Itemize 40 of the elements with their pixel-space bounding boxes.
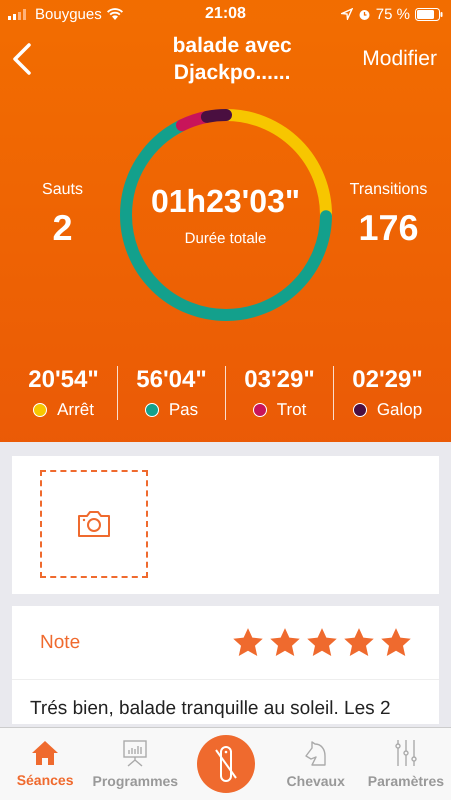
- gait-label: Arrêt: [57, 400, 94, 420]
- transitions-value: 176: [358, 207, 419, 249]
- transitions-label: Transitions: [350, 181, 428, 199]
- gait-time: 03'29": [244, 366, 315, 394]
- battery-percent: 75 %: [376, 6, 410, 22]
- star-icon[interactable]: [307, 628, 337, 657]
- camera-icon: [76, 510, 112, 538]
- note-label: Note: [40, 632, 80, 654]
- total-duration: 01h23'03": [150, 183, 300, 220]
- record-button-icon[interactable]: [196, 735, 254, 793]
- note-text: Trés bien, balade tranquille au soleil. Les 2: [29, 697, 392, 721]
- star-icon[interactable]: [344, 628, 374, 657]
- gait-time: 20'54": [28, 366, 99, 394]
- gait-time: 02'29": [352, 366, 423, 394]
- total-duration-label: Durée totale: [184, 230, 266, 247]
- edit-link[interactable]: Modifier: [362, 47, 437, 71]
- wifi-icon: [106, 8, 123, 20]
- session-title: balade avec Djackpo......: [172, 33, 293, 86]
- clock-time: 21:08: [205, 5, 246, 23]
- location-arrow-icon: [340, 8, 353, 20]
- tab-item[interactable]: Chevaux: [270, 739, 361, 789]
- battery-icon: [414, 8, 443, 20]
- presentation-board-icon: [121, 739, 150, 767]
- alarm-icon: [358, 8, 371, 20]
- tab-item[interactable]: Paramètres: [360, 739, 451, 789]
- add-photo-button[interactable]: [40, 470, 148, 578]
- gait-label: Pas: [168, 400, 198, 420]
- star-icon[interactable]: [381, 628, 411, 657]
- tab-item[interactable]: Programmes: [90, 739, 180, 789]
- gait-label: Trot: [276, 400, 306, 420]
- back-icon[interactable]: [12, 43, 32, 75]
- jumps-value: 2: [52, 207, 73, 249]
- gait-time: 56'04": [136, 366, 207, 394]
- home-icon: [31, 740, 60, 766]
- jumps-label: Sauts: [42, 181, 83, 199]
- star-icon[interactable]: [270, 628, 300, 657]
- star-icon[interactable]: [233, 628, 263, 657]
- gait-label: Galop: [376, 400, 422, 420]
- carrier-name: Bouygues: [35, 6, 102, 22]
- tab-item[interactable]: Séances: [0, 740, 90, 788]
